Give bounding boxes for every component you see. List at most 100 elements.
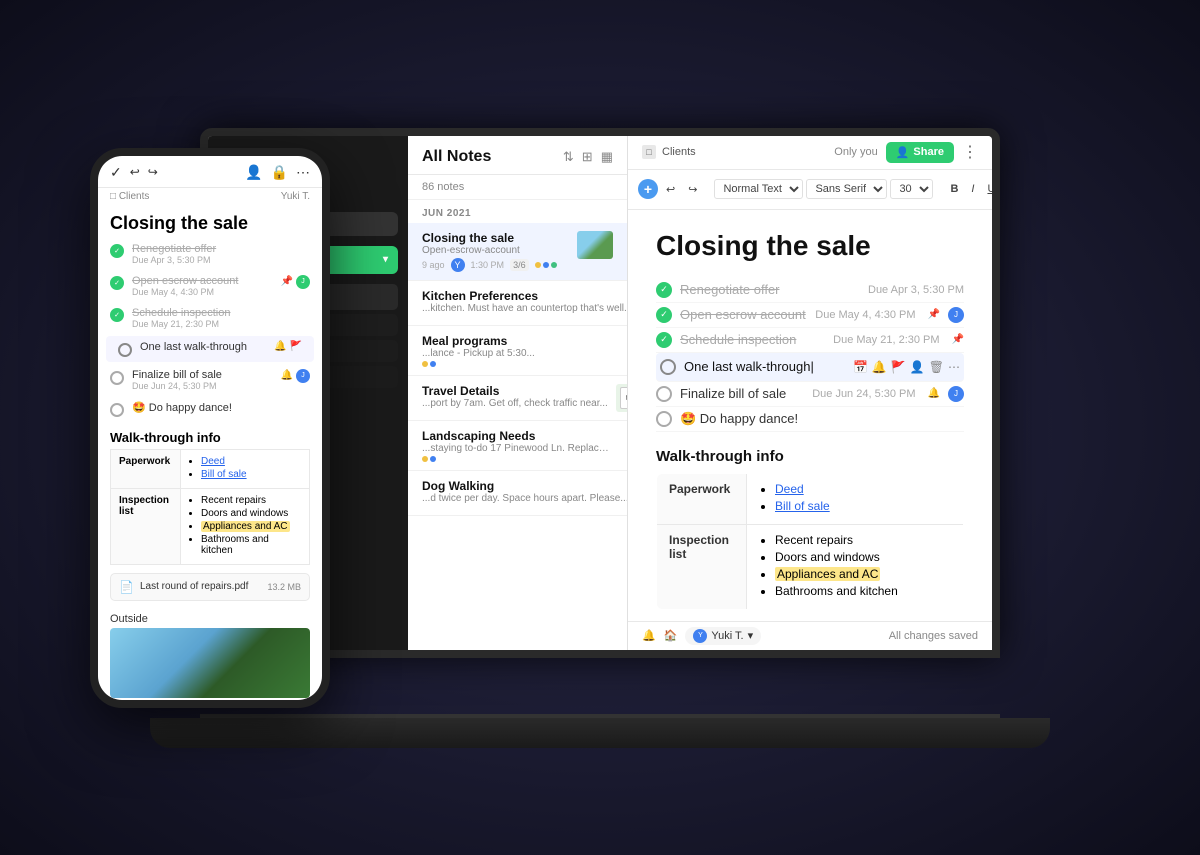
note-thumb-1	[577, 231, 613, 259]
redo-button[interactable]: ↪	[683, 180, 702, 199]
link-deed[interactable]: Deed	[775, 482, 804, 496]
laptop-device: ‹ › J Jamie Gold ▾ 🔍 + New ▾	[150, 128, 1050, 748]
note-item-travel[interactable]: Travel Details ...port by 7am. Get off, …	[408, 376, 627, 421]
phone-checkbox-1[interactable]: ✓	[110, 244, 124, 258]
note-item-dog[interactable]: Dog Walking ...d twice per day. Space ho…	[408, 471, 627, 516]
task-checkbox-4[interactable]	[660, 359, 676, 375]
view-button[interactable]: ▦	[601, 149, 613, 165]
trash-icon[interactable]: 🗑	[929, 360, 944, 374]
phone-task-5[interactable]: Finalize bill of sale Due Jun 24, 5:30 P…	[98, 364, 322, 396]
phone-task-4[interactable]: One last walk-through 🔔 🚩	[106, 336, 314, 362]
task-checkbox-5[interactable]	[656, 386, 672, 402]
dot-yellow	[535, 262, 541, 268]
phone-task-text-6: 🤩 Do happy dance!	[132, 401, 310, 414]
bell-blue-icon: 🔔	[928, 388, 940, 399]
phone-checkbox-2[interactable]: ✓	[110, 276, 124, 290]
person-icon[interactable]: 👤	[910, 360, 925, 374]
user-chip-name: Yuki T.	[711, 630, 743, 642]
note-time-1: 1:30 PM	[471, 260, 505, 270]
phone-task-text-4: One last walk-through	[140, 341, 266, 353]
share-label: Share	[913, 146, 944, 158]
phone-attachment-size: 13.2 MB	[267, 582, 301, 592]
ellipsis-icon[interactable]: ⋯	[948, 360, 960, 374]
phone-pin-icon: 📌	[281, 276, 293, 287]
note-item-landscaping[interactable]: Landscaping Needs ...staying to-do 17 Pi…	[408, 421, 627, 471]
task-text-6: 🤩 Do happy dance!	[680, 411, 964, 427]
phone-link-bill-of-sale[interactable]: Bill of sale	[201, 469, 247, 480]
filter-button[interactable]: ⊞	[582, 149, 593, 165]
table-content-inspection: Recent repairs Doors and windows Applian…	[747, 524, 964, 609]
add-content-button[interactable]: +	[638, 179, 658, 199]
task-4[interactable]: One last walk-through| 📅 🔔 🚩 👤 🗑 ⋯	[656, 353, 964, 382]
phone-checkbox-5[interactable]	[110, 371, 124, 385]
phone-checkbox-3[interactable]: ✓	[110, 308, 124, 322]
note-sub-5: ...staying to-do 17 Pinewood Ln. Replace…	[422, 443, 613, 454]
calendar-icon[interactable]: 📅	[853, 360, 868, 374]
task-checkbox-6[interactable]	[656, 411, 672, 427]
dot-blue	[543, 262, 549, 268]
phone-task-1[interactable]: ✓ Renegotiate offer Due Apr 3, 5:30 PM	[98, 238, 322, 270]
note-item-meal[interactable]: Meal programs ...lance - Pickup at 5:30.…	[408, 326, 627, 376]
user-chip[interactable]: Y Yuki T. ▾	[685, 627, 761, 645]
phone-task-2[interactable]: ✓ Open escrow account Due May 4, 4:30 PM…	[98, 270, 322, 302]
link-bill-of-sale[interactable]: Bill of sale	[775, 499, 830, 513]
notes-panel-title: All Notes	[422, 148, 491, 166]
note-title-4: Travel Details	[422, 384, 608, 398]
phone-attachment-row[interactable]: 📄 Last round of repairs.pdf 13.2 MB	[110, 573, 310, 601]
phone-user-right: Yuki T.	[281, 191, 310, 202]
phone-undo-icon[interactable]: ↩	[130, 164, 140, 181]
phone-task-due-1: Due Apr 3, 5:30 PM	[132, 255, 310, 265]
sort-button[interactable]: ⇅	[563, 149, 574, 165]
task-5[interactable]: Finalize bill of sale Due Jun 24, 5:30 P…	[656, 382, 964, 407]
font-select[interactable]: Sans Serif	[806, 179, 887, 199]
phone-task-3[interactable]: ✓ Schedule inspection Due May 21, 2:30 P…	[98, 302, 322, 334]
phone-checkbox-4[interactable]	[118, 343, 132, 357]
phone-title: Closing the sale	[98, 205, 322, 238]
note-item-closing-sale[interactable]: Closing the sale Open-escrow-account 9 a…	[408, 223, 627, 281]
more-options-button[interactable]: ⋮	[962, 142, 978, 162]
phone-highlight-appliances: Appliances and AC	[201, 521, 290, 532]
phone-walkthrough-table: Paperwork Deed Bill of sale Inspection l…	[110, 449, 310, 565]
flag-icon[interactable]: 🚩	[891, 360, 906, 374]
phone-device: ✓ ↩ ↪ 👤 🔒 ⋯ □ Clients Yuki T. Closing th…	[90, 148, 330, 708]
task-checkbox-3[interactable]: ✓	[656, 332, 672, 348]
phone-task-6[interactable]: 🤩 Do happy dance!	[98, 396, 322, 422]
format-select[interactable]: Normal Text	[714, 179, 803, 199]
phone-lock-icon[interactable]: 🔒	[271, 164, 288, 181]
phone-task-due-2: Due May 4, 4:30 PM	[132, 287, 273, 297]
phone-check-icon[interactable]: ✓	[110, 164, 122, 181]
share-button[interactable]: 👤 Share	[886, 142, 954, 163]
note-title-2: Kitchen Preferences	[422, 289, 628, 303]
task-3[interactable]: ✓ Schedule inspection Due May 21, 2:30 P…	[656, 328, 964, 353]
undo-button[interactable]: ↩	[661, 180, 680, 199]
phone-inspection-item-3: Appliances and AC	[201, 521, 301, 532]
task-2[interactable]: ✓ Open escrow account Due May 4, 4:30 PM…	[656, 303, 964, 328]
note-sub-4: ...port by 7am. Get off, check traffic n…	[422, 398, 608, 409]
phone-outside-image	[110, 628, 310, 698]
phone-person-icon[interactable]: 👤	[245, 164, 262, 181]
note-fraction-1: 3/6	[510, 259, 529, 271]
bold-button[interactable]: B	[945, 180, 963, 198]
phone-more-icon[interactable]: ⋯	[296, 164, 310, 181]
task-1[interactable]: ✓ Renegotiate offer Due Apr 3, 5:30 PM	[656, 278, 964, 303]
visibility-label: Only you	[834, 146, 877, 158]
task-pin-2-icon: 📌	[952, 334, 964, 345]
inspection-item-4: Bathrooms and kitchen	[775, 584, 951, 598]
task-checkbox-2[interactable]: ✓	[656, 307, 672, 323]
note-main: □ Clients Only you 👤 Share ⋮ +	[628, 136, 992, 650]
task-checkbox-1[interactable]: ✓	[656, 282, 672, 298]
phone-table-row-inspection: Inspection list Recent repairs Doors and…	[111, 488, 310, 564]
phone-outside-label: Outside	[98, 609, 322, 628]
note-sub-1: Open-escrow-account	[422, 245, 569, 256]
note-item-kitchen[interactable]: Kitchen Preferences ...kitchen. Must hav…	[408, 281, 627, 326]
phone-checkbox-6[interactable]	[110, 403, 124, 417]
size-select[interactable]: 30	[890, 179, 933, 199]
italic-button[interactable]: I	[966, 180, 979, 198]
task-6[interactable]: 🤩 Do happy dance!	[656, 407, 964, 432]
underline-button[interactable]: U	[982, 180, 992, 198]
dot-yellow-5	[422, 456, 428, 462]
phone-link-deed[interactable]: Deed	[201, 456, 225, 467]
note-topbar-left: □ Clients	[642, 145, 826, 159]
bell-icon[interactable]: 🔔	[872, 360, 887, 374]
phone-redo-icon[interactable]: ↪	[148, 164, 158, 181]
